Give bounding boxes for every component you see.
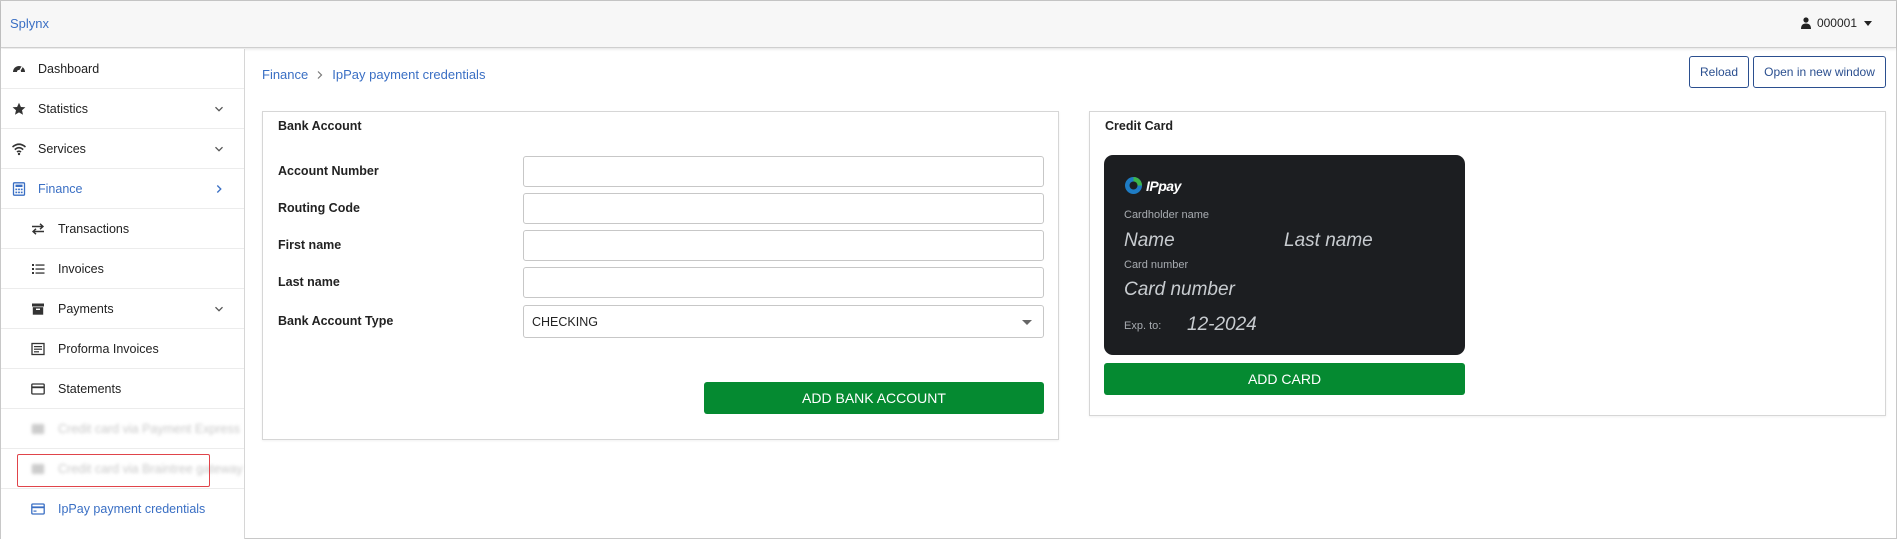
ippay-logo-icon	[1125, 177, 1142, 194]
sidebar: Dashboard Statistics Services Finance Tr…	[1, 49, 245, 539]
card-number-label: Card number	[1124, 259, 1189, 271]
breadcrumb-current[interactable]: IpPay payment credentials	[332, 67, 485, 82]
list-icon	[32, 263, 45, 274]
sidebar-item-label: Statistics	[38, 101, 89, 116]
chevron-right-icon	[216, 184, 222, 193]
card-expiry[interactable]: 12-2024	[1187, 314, 1257, 336]
account-type-select[interactable]: CHECKING	[523, 305, 1044, 338]
sidebar-item-label: Payments	[58, 301, 114, 316]
star-icon	[12, 102, 26, 115]
user-id: 000001	[1816, 16, 1857, 30]
sidebar-item-label: Proforma Invoices	[58, 341, 159, 356]
account-type-label: Bank Account Type	[278, 314, 394, 328]
card-last-name[interactable]: Last name	[1284, 230, 1373, 252]
chevron-down-icon	[1022, 320, 1032, 325]
first-name-input[interactable]	[523, 230, 1044, 261]
sidebar-item-services[interactable]: Services	[1, 129, 244, 169]
sidebar-item-dashboard[interactable]: Dashboard	[1, 49, 244, 89]
account-number-label: Account Number	[278, 164, 379, 178]
sidebar-item-label: Transactions	[58, 221, 130, 236]
add-bank-account-button[interactable]: ADD BANK ACCOUNT	[704, 382, 1044, 414]
panel-title: Bank Account	[278, 119, 362, 133]
chevron-down-icon	[1864, 20, 1872, 26]
card-first-name[interactable]: Name	[1124, 230, 1175, 252]
sidebar-item-statistics[interactable]: Statistics	[1, 89, 244, 129]
exp-label: Exp. to:	[1124, 320, 1162, 332]
sidebar-item-label: Finance	[38, 181, 83, 196]
ippay-logo-text: IPpay	[1146, 177, 1181, 194]
dashboard-icon	[13, 65, 25, 74]
last-name-label: Last name	[278, 275, 340, 289]
panel-title: Credit Card	[1105, 119, 1174, 133]
cardholder-label: Cardholder name	[1124, 209, 1209, 221]
breadcrumb-finance[interactable]: Finance	[262, 67, 308, 82]
sidebar-item-braintree[interactable]: Credit card via Braintree gateway	[1, 449, 244, 489]
user-menu[interactable]: 000001	[1800, 16, 1872, 30]
routing-code-label: Routing Code	[278, 201, 360, 215]
document-icon	[31, 342, 45, 355]
sidebar-item-statements[interactable]: Statements	[1, 369, 244, 409]
sidebar-item-label: Invoices	[58, 261, 104, 276]
exchange-icon	[31, 222, 45, 235]
user-icon	[1800, 17, 1811, 29]
sidebar-item-label: Statements	[58, 381, 122, 396]
chevron-down-icon	[215, 106, 223, 112]
chevron-down-icon	[215, 306, 223, 312]
sidebar-item-label: Credit card via Payment Express	[58, 421, 241, 436]
sidebar-item-proforma-invoices[interactable]: Proforma Invoices	[1, 329, 244, 369]
reload-button[interactable]: Reload	[1689, 56, 1749, 88]
card-icon	[31, 423, 45, 434]
card-icon	[31, 382, 45, 395]
ippay-logo: IPpay	[1124, 176, 1181, 195]
credit-card-icon	[31, 503, 45, 515]
top-bar: Splynx 000001	[1, 1, 1896, 48]
sidebar-item-finance[interactable]: Finance	[1, 169, 244, 209]
sidebar-item-payment-express[interactable]: Credit card via Payment Express	[1, 409, 244, 449]
sidebar-item-label: IpPay payment credentials	[58, 502, 206, 516]
chevron-right-icon	[317, 70, 323, 79]
card-preview: IPpay Cardholder name Name Last name Car…	[1104, 155, 1465, 355]
sidebar-item-label: Credit card via Braintree gateway	[58, 461, 243, 476]
brand-link[interactable]: Splynx	[10, 16, 49, 31]
breadcrumb: Finance IpPay payment credentials	[262, 67, 485, 82]
first-name-label: First name	[278, 238, 342, 252]
routing-code-input[interactable]	[523, 193, 1044, 224]
card-icon	[31, 463, 45, 474]
sidebar-item-ippay-credentials[interactable]: IpPay payment credentials	[1, 489, 244, 529]
add-card-button[interactable]: ADD CARD	[1104, 363, 1465, 395]
archive-icon	[32, 303, 44, 315]
sidebar-item-payments[interactable]: Payments	[1, 289, 244, 329]
account-number-input[interactable]	[523, 156, 1044, 187]
sidebar-item-transactions[interactable]: Transactions	[1, 209, 244, 249]
sidebar-item-label: Dashboard	[38, 61, 100, 76]
open-new-window-button[interactable]: Open in new window	[1753, 56, 1886, 88]
sidebar-item-label: Services	[38, 141, 86, 156]
sidebar-item-invoices[interactable]: Invoices	[1, 249, 244, 289]
card-number[interactable]: Card number	[1124, 279, 1235, 301]
bank-account-panel: Bank Account Account Number Routing Code…	[262, 111, 1059, 440]
last-name-input[interactable]	[523, 267, 1044, 298]
wifi-icon	[12, 142, 26, 155]
calculator-icon	[12, 181, 26, 196]
account-type-value: CHECKING	[532, 314, 598, 329]
chevron-down-icon	[215, 146, 223, 152]
